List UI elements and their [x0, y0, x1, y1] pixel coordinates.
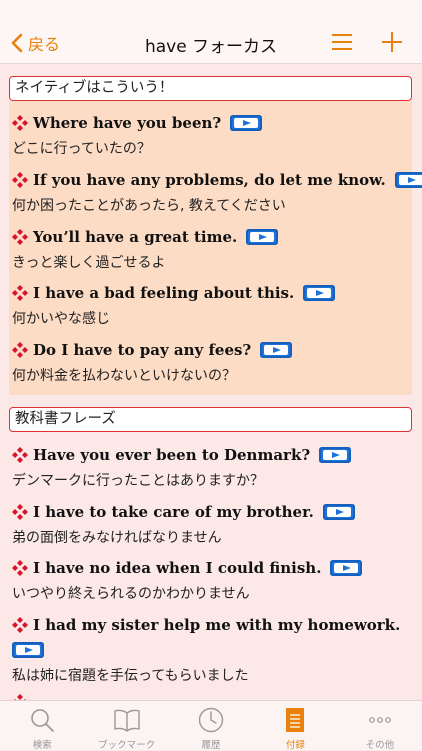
- tab-more[interactable]: その他: [338, 701, 422, 751]
- play-audio-button[interactable]: [260, 342, 293, 358]
- tab-history-label: 履歴: [201, 740, 221, 751]
- play-audio-button[interactable]: [319, 447, 352, 463]
- phrase-english: I have a bad feeling about this.: [33, 284, 295, 302]
- navigation-bar: 戻る have フォーカス: [0, 0, 422, 64]
- book-icon: [113, 709, 140, 732]
- play-audio-button[interactable]: [246, 229, 279, 245]
- phrase-item[interactable]: I have to take care of my brother. 弟の面倒を…: [12, 501, 416, 548]
- phrase-japanese: 何か料金を払わないといけないの？: [12, 368, 236, 384]
- plus-icon: [382, 32, 402, 52]
- phrase-japanese: 何かいやな感じ: [12, 311, 110, 327]
- content-scroll-area[interactable]: ネイティブはこういう！ Where have you been? どこに行ってい…: [0, 64, 422, 700]
- phrase-item[interactable]: Do I have to pay any fees? 何か料金を払わないといけな…: [12, 339, 416, 386]
- play-audio-button[interactable]: [230, 115, 263, 131]
- clock-icon: [198, 707, 224, 733]
- phrase-item[interactable]: I have a bad feeling about this. 何かいやな感じ: [12, 282, 416, 329]
- phrase-english: You’ll have a great time.: [33, 228, 238, 246]
- tab-appendix-label: 付録: [285, 740, 305, 751]
- phrase-english: If you have any problems, do let me know…: [33, 171, 386, 189]
- phrase-item[interactable]: I had my sister help me with my homework…: [12, 614, 416, 686]
- tab-bookmark-label: ブックマーク: [98, 740, 156, 751]
- magnifier-icon: [31, 709, 55, 732]
- play-audio-button[interactable]: [322, 504, 355, 520]
- phrase-english: Where have you been?: [33, 114, 222, 132]
- phrase-item[interactable]: You’ll have a great time. きっと楽しく過ごせるよ: [12, 226, 416, 273]
- section-header-native: ネイティブはこういう！: [9, 76, 412, 101]
- diamond-bullet-icon: [12, 285, 28, 301]
- play-audio-button[interactable]: [330, 560, 363, 576]
- section-header-textbook: 教科書フレーズ: [9, 407, 412, 432]
- phrase-item[interactable]: Where have you been? どこに行っていたの？: [12, 112, 416, 159]
- tab-history[interactable]: 履歴: [169, 701, 253, 751]
- phrase-japanese: きっと楽しく過ごせるよ: [12, 255, 166, 271]
- phrase-english: Have you ever been to Denmark?: [33, 446, 311, 464]
- diamond-bullet-icon: [12, 342, 28, 358]
- tab-appendix[interactable]: 付録: [253, 701, 337, 751]
- diamond-bullet-icon: [12, 447, 28, 463]
- more-dots-icon: [368, 717, 391, 723]
- play-audio-button[interactable]: [394, 172, 422, 188]
- diamond-bullet-icon: [12, 617, 28, 633]
- phrase-english: I had my sister help me with my homework…: [33, 616, 401, 634]
- list-menu-button[interactable]: [330, 30, 354, 54]
- tab-bookmark[interactable]: ブックマーク: [84, 701, 168, 751]
- phrase-japanese: 私は姉に宿題を手伝ってもらいました: [12, 668, 249, 684]
- phrase-japanese: デンマークに行ったことはありますか？: [12, 473, 264, 489]
- diamond-bullet-icon: [12, 504, 28, 520]
- diamond-bullet-icon: [12, 560, 28, 576]
- phrase-english: I have no idea when I could finish.: [33, 559, 322, 577]
- diamond-bullet-icon: [12, 229, 28, 245]
- phrase-japanese: どこに行っていたの？: [12, 141, 151, 157]
- phrase-japanese: 弟の面倒をみなければなりません: [12, 530, 222, 546]
- play-audio-button[interactable]: [12, 642, 44, 658]
- phrase-english: I have to take care of my brother.: [33, 503, 314, 521]
- play-audio-button[interactable]: [303, 285, 336, 301]
- tab-search[interactable]: 検索: [0, 701, 84, 751]
- phrase-item[interactable]: Have you ever been to Denmark? デンマークに行った…: [12, 444, 416, 491]
- page-title: have フォーカス: [144, 37, 278, 57]
- diamond-bullet-icon: [12, 115, 28, 131]
- phrase-english: Do I have to pay any fees?: [33, 341, 252, 359]
- document-icon: [286, 708, 305, 732]
- list-icon: [332, 34, 352, 50]
- phrase-item[interactable]: If you have any problems, do let me know…: [12, 169, 422, 216]
- tab-bar: 検索 ブックマーク 履歴 付録 その他: [0, 700, 422, 751]
- tab-more-label: その他: [365, 740, 395, 751]
- add-button[interactable]: [380, 30, 404, 54]
- tab-search-label: 検索: [32, 740, 52, 751]
- diamond-bullet-icon: [12, 172, 28, 188]
- phrase-japanese: いつやり終えられるのかわかりません: [12, 586, 250, 602]
- phrase-japanese: 何か困ったことがあったら, 教えてください: [12, 198, 286, 214]
- phrase-item[interactable]: I have no idea when I could finish. いつやり…: [12, 557, 416, 604]
